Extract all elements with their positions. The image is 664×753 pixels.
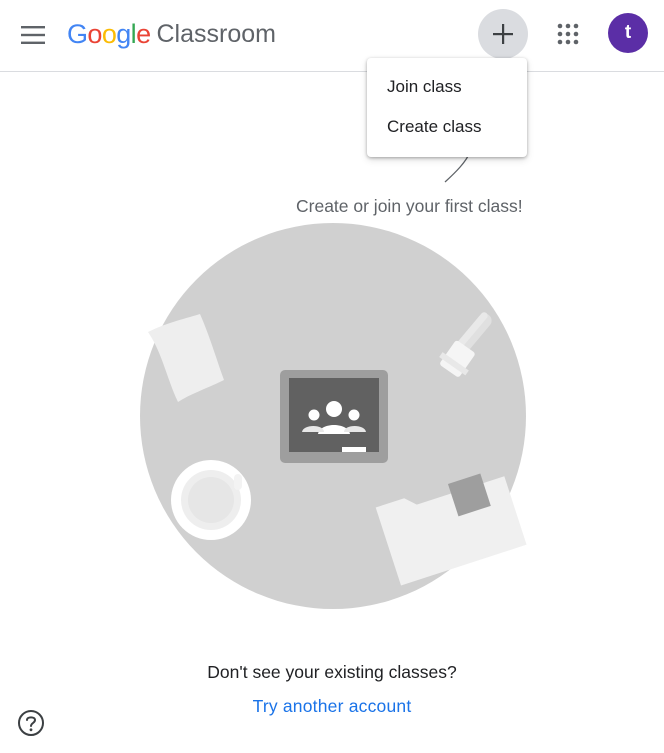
existing-classes-prompt: Don't see your existing classes? <box>207 662 457 682</box>
google-wordmark: Google <box>67 18 151 49</box>
google-classroom-logo[interactable]: Google Classroom <box>67 16 276 52</box>
google-apps-button[interactable] <box>548 14 588 54</box>
main-menu-button[interactable] <box>12 14 54 56</box>
avatar-letter: t <box>624 22 632 43</box>
add-class-menu: Join class Create class <box>367 58 527 157</box>
product-name: Classroom <box>156 19 276 48</box>
plus-icon <box>493 24 513 44</box>
join-class-menu-item[interactable]: Join class <box>367 67 527 107</box>
hamburger-menu-icon <box>21 26 45 44</box>
create-class-menu-item[interactable]: Create class <box>367 107 527 147</box>
help-button[interactable] <box>16 708 46 738</box>
top-app-bar: Google Classroom t <box>0 0 664 72</box>
try-another-account-link[interactable]: Try another account <box>0 696 664 717</box>
help-icon <box>18 710 44 736</box>
empty-state-hint: Create or join your first class! <box>296 196 523 216</box>
apps-grid-icon <box>557 23 579 45</box>
account-avatar[interactable]: t <box>608 13 648 53</box>
create-or-join-button[interactable] <box>478 9 528 59</box>
empty-classroom-illustration <box>140 223 527 609</box>
